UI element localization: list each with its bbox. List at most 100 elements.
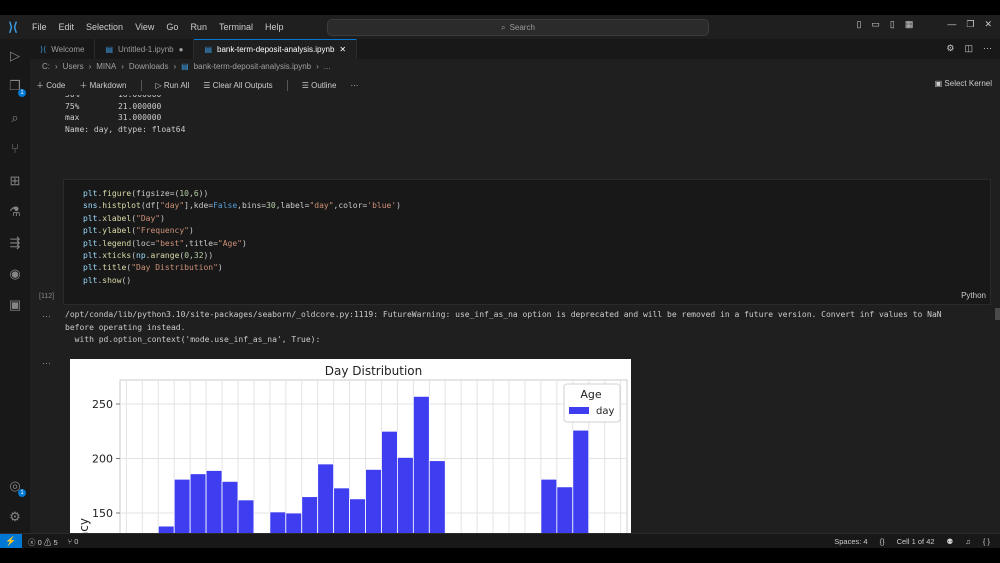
settings-gear-icon[interactable]: ⚙ — [6, 508, 24, 526]
breadcrumb-item[interactable]: Users — [63, 62, 84, 71]
tab-bank-term-deposit[interactable]: ▤ bank-term-deposit-analysis.ipynb ✕ — [194, 39, 358, 59]
minimize-icon[interactable]: — — [947, 19, 956, 30]
run-debug-icon[interactable]: ▷ — [6, 47, 24, 65]
breadcrumb-item[interactable]: C: — [42, 62, 50, 71]
execution-count: [112] — [39, 293, 55, 300]
run-all-label: Run All — [163, 80, 190, 90]
run-all-button[interactable]: ▷ Run All — [156, 81, 190, 90]
histogram-bar — [189, 473, 207, 533]
extensions-icon[interactable]: ⊞ — [6, 172, 24, 190]
menu-terminal[interactable]: Terminal — [213, 22, 259, 32]
source-control-icon[interactable]: ⑂ — [6, 140, 24, 158]
notifications-bell-icon[interactable]: ♫ — [965, 537, 971, 546]
add-code-button[interactable]: ＋ Code — [36, 80, 65, 91]
more-actions-icon[interactable]: ··· — [983, 43, 992, 54]
output-more-icon[interactable]: ··· — [42, 311, 51, 321]
divider — [286, 79, 288, 91]
kernel-icon: ▣ — [934, 79, 943, 88]
command-search-box[interactable]: ⌕ Search — [327, 19, 709, 36]
legend-entry: day — [596, 406, 614, 417]
code-editor[interactable]: plt.figure(figsize=(10,6)) sns.histplot(… — [83, 188, 401, 287]
error-count: 0 — [37, 538, 42, 547]
clear-all-outputs-button[interactable]: ☰ Clear All Outputs — [203, 81, 272, 90]
menu-run[interactable]: Run — [184, 22, 213, 32]
problems-indicator[interactable]: ⓧ 0 ⚠ 5 — [28, 537, 58, 548]
breadcrumb-item[interactable]: ... — [324, 62, 331, 71]
ports-indicator[interactable]: ⑂ 0 — [68, 537, 79, 548]
copilot-icon[interactable]: ⚉ — [947, 537, 954, 546]
menu-selection[interactable]: Selection — [80, 22, 129, 32]
restore-icon[interactable]: ❐ — [966, 19, 974, 30]
code-cell[interactable]: plt.figure(figsize=(10,6)) sns.histplot(… — [63, 179, 991, 305]
testing-icon[interactable]: ⚗ — [6, 203, 24, 221]
search-label: Search — [509, 23, 535, 32]
add-markdown-button[interactable]: ＋ Markdown — [79, 80, 126, 91]
activity-bar: ▷ ❐ 1 ⌕ ⑂ ⊞ ⚗ ⇶ ◉ ▣ ◎ 1 ⚙ — [0, 39, 30, 533]
toggle-panel-icon[interactable]: ▭ — [871, 19, 880, 30]
select-kernel-button[interactable]: ▣ Select Kernel — [935, 79, 992, 88]
legend-title: Age — [580, 388, 602, 401]
tab-label: Untitled-1.ipynb — [118, 44, 174, 54]
settings-gear-icon[interactable]: ⚙ — [946, 43, 954, 54]
remote-explorer-icon[interactable]: ⇶ — [6, 234, 24, 252]
feedback-icon[interactable]: { } — [983, 537, 990, 546]
y-tick-label: 200 — [92, 453, 113, 466]
vscode-logo-icon: ⟩⟨ — [8, 20, 18, 34]
vscode-window: ⟩⟨ File Edit Selection View Go Run Termi… — [0, 15, 1000, 548]
title-bar: ⟩⟨ File Edit Selection View Go Run Termi… — [0, 15, 1000, 39]
explorer-icon[interactable]: ❐ 1 — [6, 77, 26, 97]
histogram-bar — [317, 463, 335, 533]
chat-icon[interactable]: ◉ — [6, 265, 24, 283]
breadcrumb-item[interactable]: MINA — [96, 62, 116, 71]
unsaved-dot-icon[interactable]: ● — [179, 45, 184, 54]
menu-help[interactable]: Help — [259, 22, 290, 32]
outline-label: Outline — [311, 80, 337, 90]
histogram-bar — [428, 460, 446, 533]
y-axis-label: Frequency — [77, 518, 91, 533]
histogram-bar — [237, 499, 255, 533]
close-window-icon[interactable]: ✕ — [984, 19, 992, 30]
search-icon[interactable]: ⌕ — [6, 109, 24, 127]
previous-cell-output: 50% 16.000000 75% 21.000000 max 31.00000… — [65, 95, 186, 134]
histogram-bar — [221, 480, 239, 533]
explorer-badge: 1 — [18, 89, 26, 97]
braces-icon[interactable]: {} — [880, 537, 885, 546]
tab-welcome[interactable]: ⟩⟨ Welcome — [30, 39, 96, 59]
outline-button[interactable]: ☰ Outline — [302, 81, 337, 90]
menu-edit[interactable]: Edit — [53, 22, 81, 32]
toggle-sidebar-icon[interactable]: ▯ — [856, 19, 861, 30]
histogram-bar — [572, 429, 590, 533]
jupyter-icon[interactable]: ▣ — [6, 296, 24, 314]
toolbar-more-button[interactable]: ··· — [350, 81, 358, 90]
customize-layout-icon[interactable]: ▦ — [905, 19, 914, 30]
kernel-label: Select Kernel — [944, 79, 992, 88]
menu-view[interactable]: View — [129, 22, 160, 32]
account-icon[interactable]: ◎ 1 — [6, 477, 26, 497]
legend-swatch — [569, 407, 589, 414]
cell-position-indicator[interactable]: Cell 1 of 42 — [897, 537, 935, 546]
histogram-bar — [349, 498, 366, 533]
scrollbar-thumb[interactable] — [995, 308, 1000, 320]
menu-go[interactable]: Go — [160, 22, 184, 32]
indentation-indicator[interactable]: Spaces: 4 — [834, 537, 867, 546]
breadcrumb-item[interactable]: bank-term-deposit-analysis.ipynb — [194, 62, 311, 71]
notebook-content: 50% 16.000000 75% 21.000000 max 31.00000… — [30, 95, 1000, 533]
close-tab-icon[interactable]: ✕ — [339, 45, 346, 54]
tab-label: Welcome — [51, 44, 85, 54]
warning-output: /opt/conda/lib/python3.10/site-packages/… — [65, 310, 942, 344]
warning-count: 5 — [53, 538, 58, 547]
toggle-secondary-sidebar-icon[interactable]: ▯ — [890, 19, 895, 30]
remote-indicator-icon[interactable]: ⚡ — [0, 534, 22, 548]
histogram-bar — [173, 478, 191, 533]
histogram-bar — [285, 512, 303, 533]
breadcrumb-item[interactable]: Downloads — [129, 62, 169, 71]
clear-icon: ☰ — [203, 80, 211, 90]
tab-untitled[interactable]: ▤ Untitled-1.ipynb ● — [95, 39, 195, 59]
split-editor-icon[interactable]: ◫ — [964, 43, 973, 54]
cell-language-label[interactable]: Python — [961, 291, 986, 300]
run-all-icon: ▷ — [155, 80, 162, 90]
histogram-bar — [269, 511, 287, 533]
output-more-icon[interactable]: ··· — [42, 358, 51, 368]
menu-file[interactable]: File — [26, 22, 53, 32]
account-badge: 1 — [18, 489, 26, 497]
